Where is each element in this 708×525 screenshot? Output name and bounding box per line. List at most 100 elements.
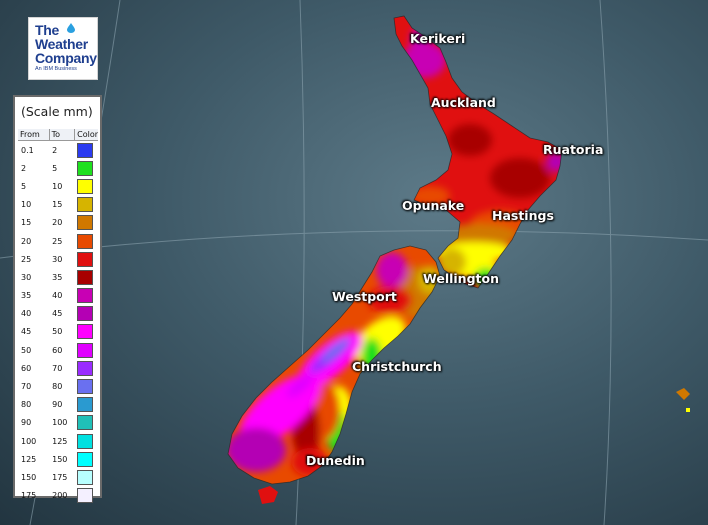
legend-from-value: 70 xyxy=(21,382,32,392)
legend-to-value: 15 xyxy=(52,200,63,210)
legend-color-swatch xyxy=(76,233,93,249)
city-label-westport: Westport xyxy=(332,289,397,304)
legend-color-swatch xyxy=(76,215,93,231)
legend-from-value: 100 xyxy=(21,436,37,446)
legend-to-value: 60 xyxy=(52,345,63,355)
legend-color-swatch xyxy=(76,488,93,504)
city-label-auckland: Auckland xyxy=(431,95,496,110)
legend-row: 125 150 xyxy=(18,450,98,468)
legend-color-cell xyxy=(75,468,98,486)
legend-from-value: 10 xyxy=(21,200,32,210)
legend-header-from: From xyxy=(18,129,50,141)
legend-color-cell xyxy=(75,450,98,468)
legend-to-value: 90 xyxy=(52,400,63,410)
city-label-christchurch: Christchurch xyxy=(352,359,442,374)
legend-color-cell xyxy=(75,377,98,395)
legend-color-swatch xyxy=(76,379,93,395)
city-label-kerikeri: Kerikeri xyxy=(410,31,466,46)
legend-color-cell xyxy=(75,159,98,177)
legend-color-swatch xyxy=(76,324,93,340)
legend-from-value: 175 xyxy=(21,491,37,501)
legend-header-to: To xyxy=(49,129,76,141)
city-label-wellington: Wellington xyxy=(423,271,499,286)
city-label-dunedin: Dunedin xyxy=(306,453,365,468)
legend-row: 70 80 xyxy=(18,377,98,395)
legend-from-value: 25 xyxy=(21,254,32,264)
legend-to-value: 200 xyxy=(52,491,68,501)
legend-to-value: 10 xyxy=(52,181,63,191)
legend-to-value: 50 xyxy=(52,327,63,337)
legend-row: 100 125 xyxy=(18,432,98,450)
graticule xyxy=(0,0,708,525)
legend-to-value: 2 xyxy=(52,145,58,155)
legend-color-swatch xyxy=(76,415,93,431)
legend-to-value: 35 xyxy=(52,272,63,282)
legend-color-cell xyxy=(75,323,98,341)
legend-header-color: Color xyxy=(74,129,98,141)
logo-line-weather: Weather xyxy=(35,36,88,52)
legend-from-value: 20 xyxy=(21,236,32,246)
legend-color-swatch xyxy=(76,142,93,158)
legend-color-cell xyxy=(75,177,98,195)
legend-row: 90 100 xyxy=(18,414,98,432)
legend-to-value: 5 xyxy=(52,163,58,173)
legend-to-value: 30 xyxy=(52,254,63,264)
legend-color-swatch xyxy=(76,397,93,413)
legend-from-value: 60 xyxy=(21,363,32,373)
legend-from-value: 5 xyxy=(21,181,27,191)
legend-color-swatch xyxy=(76,288,93,304)
legend-row: 15 20 xyxy=(18,214,98,232)
legend-row: 50 60 xyxy=(18,341,98,359)
legend-from-value: 150 xyxy=(21,472,37,482)
legend-table: From To Color 0.1 2 2 5 5 10 10 15 15 20 20 25 25 30 3… xyxy=(18,129,98,505)
logo-line-company: Company xyxy=(35,50,97,66)
legend-color-cell xyxy=(75,396,98,414)
legend-color-cell xyxy=(75,141,98,160)
legend-to-value: 20 xyxy=(52,218,63,228)
legend-row: 0.1 2 xyxy=(18,141,98,160)
rainfall-legend: (Scale mm) From To Color 0.1 2 2 5 5 10 10 15 15… xyxy=(13,95,102,504)
legend-from-value: 50 xyxy=(21,345,32,355)
legend-to-value: 25 xyxy=(52,236,63,246)
logo-tagline: An IBM Business xyxy=(35,66,77,72)
legend-row: 80 90 xyxy=(18,396,98,414)
legend-color-swatch xyxy=(76,451,93,467)
legend-from-value: 30 xyxy=(21,272,32,282)
legend-to-value: 100 xyxy=(52,418,68,428)
legend-color-cell xyxy=(75,341,98,359)
water-drop-icon xyxy=(67,23,75,33)
legend-to-value: 80 xyxy=(52,382,63,392)
stewart-island xyxy=(258,486,278,504)
weather-company-logo: The Weather Company An IBM Business xyxy=(28,17,98,80)
legend-color-swatch xyxy=(76,342,93,358)
legend-to-value: 70 xyxy=(52,363,63,373)
legend-from-value: 90 xyxy=(21,418,32,428)
legend-color-cell xyxy=(75,487,98,505)
legend-to-value: 175 xyxy=(52,472,68,482)
legend-from-value: 15 xyxy=(21,218,32,228)
city-label-hastings: Hastings xyxy=(492,208,554,223)
legend-color-swatch xyxy=(76,306,93,322)
legend-row: 40 45 xyxy=(18,305,98,323)
legend-to-value: 40 xyxy=(52,291,63,301)
legend-color-cell xyxy=(75,250,98,268)
logo-line-the: The xyxy=(35,22,59,38)
legend-color-cell xyxy=(75,232,98,250)
legend-color-cell xyxy=(75,414,98,432)
legend-title: (Scale mm) xyxy=(21,104,93,119)
legend-row: 25 30 xyxy=(18,250,98,268)
legend-row: 150 175 xyxy=(18,468,98,486)
legend-from-value: 80 xyxy=(21,400,32,410)
legend-row: 60 70 xyxy=(18,359,98,377)
legend-from-value: 0.1 xyxy=(21,145,34,155)
legend-color-swatch xyxy=(76,469,93,485)
legend-color-cell xyxy=(75,196,98,214)
legend-color-cell xyxy=(75,268,98,286)
legend-color-cell xyxy=(75,287,98,305)
legend-row: 10 15 xyxy=(18,196,98,214)
legend-to-value: 150 xyxy=(52,454,68,464)
legend-color-swatch xyxy=(76,178,93,194)
legend-color-swatch xyxy=(76,269,93,285)
legend-color-swatch xyxy=(76,160,93,176)
legend-color-swatch xyxy=(76,197,93,213)
